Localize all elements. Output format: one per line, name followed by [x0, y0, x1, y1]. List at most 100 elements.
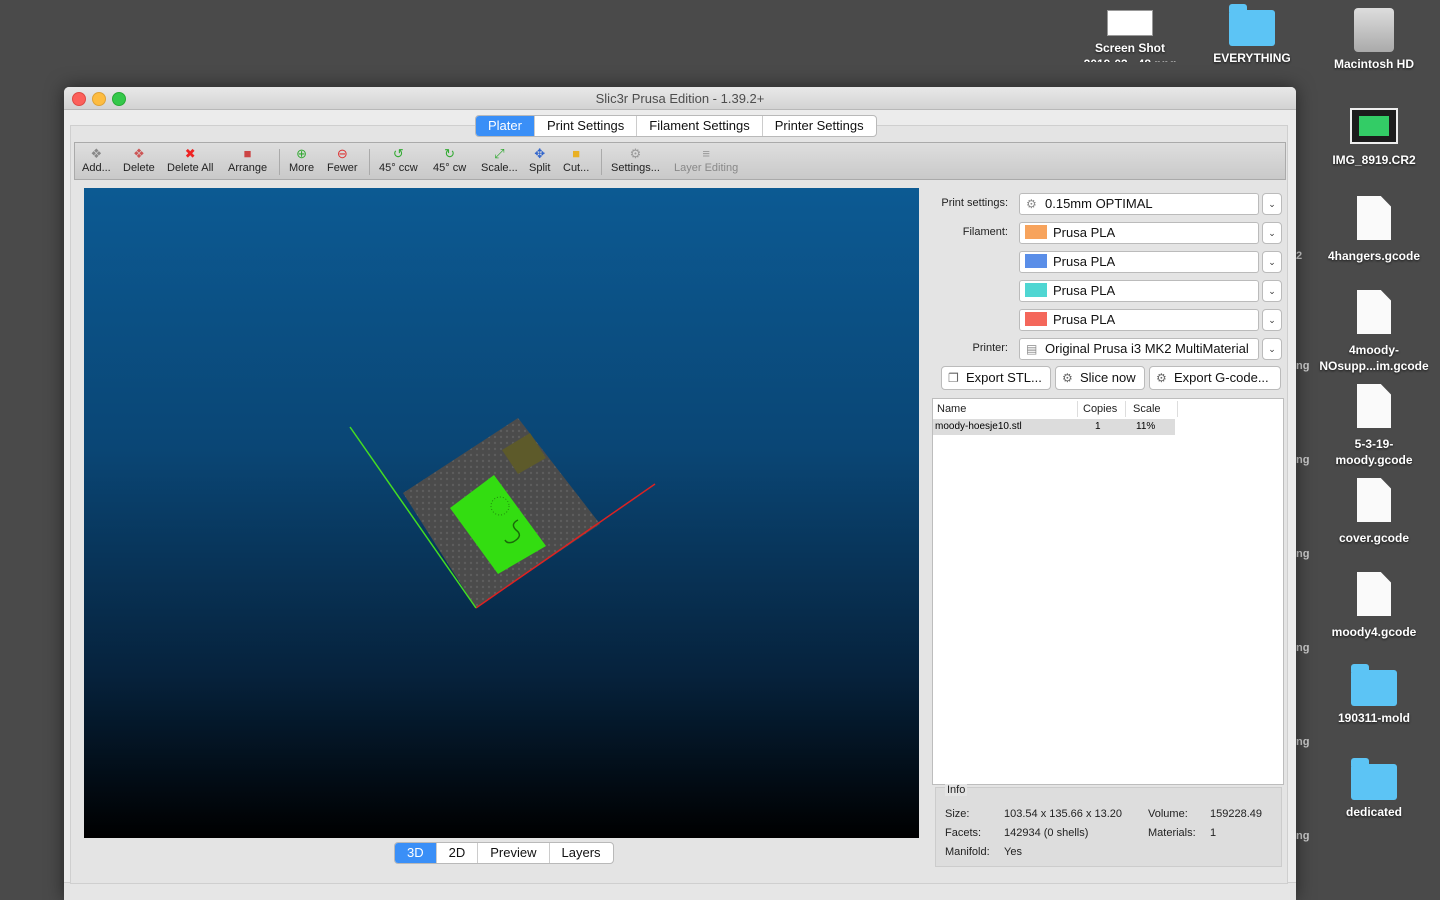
- slice-now-button[interactable]: ⚙ Slice now: [1055, 366, 1145, 390]
- filament-combo-4[interactable]: Prusa PLA: [1019, 309, 1259, 331]
- export-icon: ⚙: [1156, 371, 1167, 385]
- tab-plater[interactable]: Plater: [476, 116, 534, 136]
- filament-dropdown-button-3[interactable]: ⌄: [1262, 280, 1282, 302]
- rotate-cw-button[interactable]: ↻ 45° cw: [433, 145, 466, 175]
- volume-value: 159228.49: [1210, 808, 1262, 820]
- dedicated-folder-label: dedicated: [1345, 805, 1402, 819]
- split-label: Split: [529, 162, 551, 174]
- split-button[interactable]: ✥ Split: [529, 145, 551, 175]
- filament-dropdown-button-2[interactable]: ⌄: [1262, 251, 1282, 273]
- document-icon: [1357, 196, 1391, 240]
- folder-icon: [1229, 4, 1275, 46]
- settings-button[interactable]: ⚙ Settings...: [611, 145, 660, 175]
- rotate-ccw-label: 45° ccw: [379, 162, 418, 174]
- more-label: More: [289, 162, 315, 174]
- filament-dropdown-button-4[interactable]: ⌄: [1262, 309, 1282, 331]
- add-object-icon: ❖: [90, 146, 103, 161]
- filament-dropdown-button-1[interactable]: ⌄: [1262, 222, 1282, 244]
- tab-preview[interactable]: Preview: [477, 843, 548, 863]
- info-title: Info: [945, 784, 968, 796]
- tab-2d[interactable]: 2D: [435, 843, 478, 863]
- filament-color-swatch: [1025, 312, 1047, 326]
- layer-editing-button[interactable]: ≡ Layer Editing: [674, 145, 739, 175]
- printer-combo[interactable]: ▤ Original Prusa i3 MK2 MultiMaterial: [1019, 338, 1259, 360]
- arrange-button[interactable]: ■ Arrange: [228, 145, 268, 175]
- gear-icon: ⚙: [629, 146, 642, 161]
- column-header-name[interactable]: Name: [933, 401, 1078, 417]
- 4moody-file-icon[interactable]: 4moody- NOsupp...im.gcode: [1319, 290, 1429, 374]
- filament-color-swatch: [1025, 225, 1047, 239]
- printer-dropdown-button[interactable]: ⌄: [1262, 338, 1282, 360]
- 3d-scene[interactable]: [84, 188, 919, 838]
- delete-all-button[interactable]: ✖ Delete All: [167, 145, 213, 175]
- arrange-label: Arrange: [228, 162, 268, 174]
- rotate-ccw-button[interactable]: ↺ 45° ccw: [379, 145, 418, 175]
- rotate-ccw-icon: ↺: [392, 146, 404, 161]
- moody4-file-icon[interactable]: moody4.gcode: [1319, 572, 1429, 640]
- layers-icon: ≡: [702, 146, 710, 161]
- 4moody-file-label: 4moody- NOsupp...im.gcode: [1319, 343, 1429, 373]
- cut-button[interactable]: ■ Cut...: [563, 145, 589, 175]
- column-header-scale[interactable]: Scale: [1129, 401, 1178, 417]
- screenshot-file-icon[interactable]: Screen Shot 2019-03...48.png: [1075, 10, 1185, 62]
- scale-icon: ⤢: [494, 146, 505, 161]
- size-label: Size:: [945, 808, 970, 820]
- screenshot-file-label: Screen Shot 2019-03...48.png: [1084, 41, 1177, 62]
- filament-color-swatch: [1025, 283, 1047, 297]
- clipped-desktop-label: 2: [1296, 250, 1303, 262]
- filament-label: Filament:: [962, 226, 1008, 238]
- status-bar: [64, 882, 1296, 900]
- export-gcode-label: Export G-code...: [1174, 370, 1269, 385]
- everything-folder-label: EVERYTHING: [1213, 51, 1291, 65]
- object-list[interactable]: Name Copies Scale moody-hoesje10.stl 1 1…: [932, 398, 1284, 785]
- plater-toolbar: ❖ Add... ❖ Delete ✖ Delete All ■ Arrange ⊕ Mo…: [74, 142, 1286, 180]
- tab-printer-settings[interactable]: Printer Settings: [761, 116, 876, 136]
- 190311-mold-folder-label: 190311-mold: [1337, 711, 1411, 725]
- 3d-viewport[interactable]: [84, 188, 919, 838]
- img-8919-file-icon[interactable]: IMG_8919.CR2: [1319, 108, 1429, 168]
- filament-combo-1[interactable]: Prusa PLA: [1019, 222, 1259, 244]
- filament-combo-3[interactable]: Prusa PLA: [1019, 280, 1259, 302]
- tab-print-settings[interactable]: Print Settings: [533, 116, 636, 136]
- add-button[interactable]: ❖ Add...: [82, 145, 111, 175]
- macintosh-hd-icon[interactable]: Macintosh HD: [1319, 8, 1429, 72]
- delete-button[interactable]: ❖ Delete: [123, 145, 155, 175]
- tab-layers[interactable]: Layers: [548, 843, 613, 863]
- more-button[interactable]: ⊕ More: [289, 145, 315, 175]
- tab-filament-settings[interactable]: Filament Settings: [636, 116, 761, 136]
- materials-label: Materials:: [1148, 827, 1196, 839]
- export-gcode-button[interactable]: ⚙ Export G-code...: [1149, 366, 1281, 390]
- scale-button[interactable]: ⤢ Scale...: [481, 145, 518, 175]
- manifold-value: Yes: [1004, 846, 1022, 858]
- 190311-mold-folder-icon[interactable]: 190311-mold: [1319, 664, 1429, 726]
- 5-3-19-file-label: 5-3-19- moody.gcode: [1335, 437, 1413, 467]
- column-header-copies[interactable]: Copies: [1079, 401, 1126, 417]
- 5-3-19-file-icon[interactable]: 5-3-19- moody.gcode: [1319, 384, 1429, 468]
- settings-label: Settings...: [611, 162, 660, 174]
- table-row[interactable]: moody-hoesje10.stl 1 11%: [933, 419, 1175, 435]
- dedicated-folder-icon[interactable]: dedicated: [1319, 758, 1429, 820]
- size-value: 103.54 x 135.66 x 13.20: [1004, 808, 1123, 820]
- object-copies-cell: 1: [1095, 421, 1101, 432]
- moody4-file-label: moody4.gcode: [1331, 625, 1417, 639]
- add-label: Add...: [82, 162, 111, 174]
- print-settings-combo[interactable]: ⚙ 0.15mm OPTIMAL: [1019, 193, 1259, 215]
- delete-object-icon: ❖: [133, 146, 145, 161]
- filament-combo-2[interactable]: Prusa PLA: [1019, 251, 1259, 273]
- volume-label: Volume:: [1148, 808, 1188, 820]
- fewer-button[interactable]: ⊖ Fewer: [327, 145, 358, 175]
- tab-3d[interactable]: 3D: [395, 843, 436, 863]
- print-settings-dropdown-button[interactable]: ⌄: [1262, 193, 1282, 215]
- 4hangers-file-icon[interactable]: 4hangers.gcode: [1319, 196, 1429, 264]
- cover-file-icon[interactable]: cover.gcode: [1319, 478, 1429, 546]
- clipped-desktop-label: ng: [1296, 454, 1310, 466]
- 4hangers-file-label: 4hangers.gcode: [1327, 249, 1421, 263]
- layer-editing-label: Layer Editing: [674, 162, 739, 174]
- facets-value: 142934 (0 shells): [1004, 827, 1089, 839]
- materials-value: 1: [1210, 827, 1217, 839]
- export-stl-button[interactable]: ❐ Export STL...: [941, 366, 1051, 390]
- title-bar[interactable]: Slic3r Prusa Edition - 1.39.2+: [64, 87, 1296, 110]
- rotate-cw-icon: ↻: [444, 146, 456, 161]
- toolbar-separator: [279, 149, 280, 175]
- everything-folder-icon[interactable]: EVERYTHING: [1197, 4, 1307, 66]
